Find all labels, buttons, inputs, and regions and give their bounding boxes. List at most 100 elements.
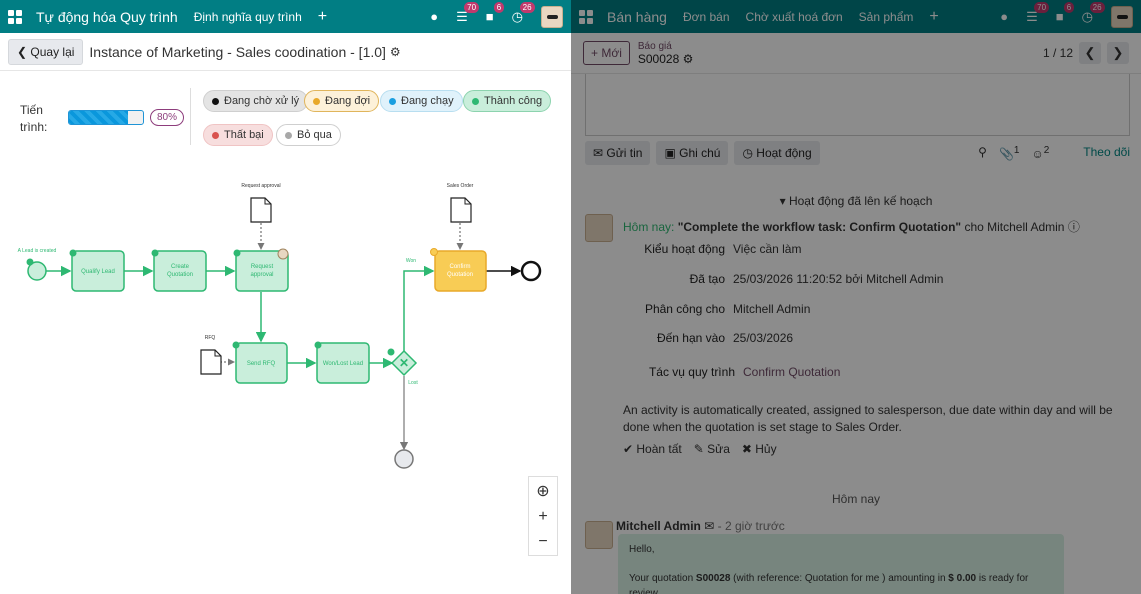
top-navbar: Tự động hóa Quy trình Định nghĩa quy trì… — [0, 0, 571, 33]
task-send-rfq[interactable]: Send RFQ — [232, 341, 288, 384]
activity-summary: Hôm nay: "Complete the workflow task: Co… — [623, 220, 1080, 234]
send-message-button[interactable]: ✉ Gửi tin — [585, 141, 651, 165]
svg-text:✕: ✕ — [399, 356, 409, 370]
activity-icon[interactable]: ☰ 70 — [1026, 1, 1050, 25]
timer-badge: 26 — [1089, 1, 1105, 13]
done-check-icon — [232, 341, 240, 349]
debug-icon[interactable]: ● — [430, 9, 438, 24]
task-confirm-quotation[interactable]: Confirm Quotation — [430, 248, 487, 292]
pencil-icon: ✎ — [693, 442, 708, 456]
exclusive-gateway[interactable]: ✕ — [387, 348, 418, 377]
legend-pill: Thất bại — [203, 124, 273, 146]
timer-badge: 26 — [519, 1, 535, 13]
menu-products[interactable]: Sản phẩm — [859, 10, 914, 24]
messages-badge: 6 — [493, 2, 505, 13]
doc-sales-order[interactable]: Sales Order — [447, 183, 474, 223]
sales-pane: Bán hàng Đơn bán Chờ xuất hoá đơn Sản ph… — [571, 0, 1141, 594]
plus-icon[interactable]: + — [318, 8, 327, 26]
follow-button[interactable]: Theo dõi — [1083, 145, 1130, 161]
message-author[interactable]: Mitchell Admin — [616, 519, 701, 533]
status-dot-icon — [285, 131, 292, 139]
search-icon[interactable]: ⚲ — [978, 145, 987, 161]
pager: 1 / 12 ❮ ❯ — [1043, 42, 1129, 64]
activity-title: "Complete the workflow task: Confirm Quo… — [677, 220, 962, 234]
svg-text:Send RFQ: Send RFQ — [247, 361, 276, 367]
back-button[interactable]: ❮ Quay lại — [8, 38, 84, 65]
activity-description: An activity is automatically created, as… — [623, 403, 1113, 434]
pager-prev-button[interactable]: ❮ — [1079, 42, 1101, 64]
menu-process-definition[interactable]: Định nghĩa quy trình — [194, 10, 302, 24]
followers-icon[interactable]: ☺2 — [1031, 145, 1049, 161]
start-event-label: A Lead is created — [18, 248, 57, 254]
task-create-quotation[interactable]: Create Quotation — [151, 249, 207, 292]
gear-icon[interactable]: ⚙ — [390, 45, 401, 59]
cancel-button[interactable]: ✖ Hủy — [742, 442, 777, 456]
activity-icon[interactable]: ☰ 70 — [456, 1, 480, 25]
menu-orders[interactable]: Đơn bán — [683, 10, 730, 24]
timer-icon[interactable]: ◷ 26 — [1082, 1, 1105, 25]
app-title[interactable]: Tự động hóa Quy trình — [36, 9, 178, 25]
end-event-lost[interactable] — [394, 449, 414, 469]
doc-rfq[interactable]: RFQ — [200, 335, 222, 375]
today-separator: Hôm nay — [831, 492, 881, 506]
workflow-pane: Tự động hóa Quy trình Định nghĩa quy trì… — [0, 0, 571, 594]
end-event[interactable] — [520, 260, 542, 282]
done-check-icon — [151, 249, 159, 257]
center-icon[interactable]: ⊕ — [536, 481, 549, 501]
zoom-out-button[interactable]: − — [538, 533, 547, 551]
gear-icon[interactable]: ⚙ — [683, 52, 694, 66]
doc-request-approval[interactable]: Request approval — [241, 183, 281, 223]
paperclip-icon[interactable]: 📎1 — [999, 145, 1020, 161]
form-sheet-bottom — [585, 74, 1130, 136]
task-request-approval[interactable]: Request approval — [233, 248, 289, 292]
timer-icon[interactable]: ◷ 26 — [512, 1, 535, 25]
progress-percent: 80% — [150, 109, 185, 126]
activity-button[interactable]: ◷ Hoạt động — [734, 141, 820, 165]
edit-button[interactable]: ✎ Sửa — [694, 442, 730, 456]
messages-icon[interactable]: ■ 6 — [486, 2, 505, 24]
log-note-button[interactable]: ▣ Ghi chú — [656, 141, 729, 165]
avatar — [585, 521, 613, 549]
svg-text:Sales Order: Sales Order — [447, 183, 474, 189]
planned-activities-header[interactable]: ▾ Hoạt động đã lên kế hoạch — [571, 194, 1141, 208]
activity-type-row: Kiểu hoạt động Việc cần làm — [644, 242, 802, 256]
chatter-icons: ⚲ 📎1 ☺2 Theo dõi — [978, 145, 1130, 161]
pager-next-button[interactable]: ❯ — [1107, 42, 1129, 64]
svg-text:RFQ: RFQ — [205, 335, 216, 341]
apps-menu-icon[interactable] — [8, 9, 22, 24]
messages-icon[interactable]: ■ 6 — [1056, 2, 1075, 24]
app-title[interactable]: Bán hàng — [607, 9, 667, 25]
menu-to-invoice[interactable]: Chờ xuất hoá đơn — [746, 10, 843, 24]
activity-due-row: Đến hạn vào 25/03/2026 — [656, 331, 794, 345]
activity-badge: 70 — [1034, 1, 1050, 13]
new-button[interactable]: + Mới — [583, 41, 630, 65]
done-check-icon — [26, 258, 34, 266]
zoom-controls: ⊕ + − — [528, 476, 558, 556]
plus-icon[interactable]: + — [929, 8, 938, 26]
legend-label: Bỏ qua — [297, 129, 332, 141]
record-name: S00028 — [637, 52, 680, 66]
svg-text:Qualify Lead: Qualify Lead — [81, 269, 115, 275]
legend-pill: Thành công — [463, 90, 552, 112]
progress-bar — [68, 110, 144, 125]
user-avatar[interactable] — [541, 5, 563, 28]
pager-value[interactable]: 1 / 12 — [1043, 46, 1073, 60]
user-avatar[interactable] — [1111, 5, 1133, 28]
breadcrumb: Báo giá S00028 ⚙ — [638, 40, 693, 66]
mark-done-button[interactable]: ✔ Hoàn tất — [623, 442, 682, 456]
apps-menu-icon[interactable] — [579, 9, 593, 24]
avatar — [585, 214, 613, 242]
task-link[interactable]: Confirm Quotation — [743, 365, 840, 379]
envelope-icon: ✉ — [704, 519, 715, 533]
top-navbar: Bán hàng Đơn bán Chờ xuất hoá đơn Sản ph… — [571, 0, 1141, 33]
gateway-lost-label: Lost — [408, 380, 418, 386]
zoom-in-button[interactable]: + — [538, 508, 547, 526]
status-dot-icon — [313, 97, 320, 105]
envelope-icon: ✉ — [593, 146, 607, 160]
activity-created-row: Đã tạo 25/03/2026 11:20:52 bởi Mitchell A… — [689, 272, 944, 286]
debug-icon[interactable]: ● — [1000, 9, 1008, 24]
task-won-lost-lead[interactable]: Won/Lost Lead — [314, 341, 370, 384]
legend-pill: Bỏ qua — [276, 124, 341, 146]
info-icon[interactable]: ⓘ — [1068, 220, 1080, 234]
task-qualify-lead[interactable]: Qualify Lead — [69, 249, 125, 292]
